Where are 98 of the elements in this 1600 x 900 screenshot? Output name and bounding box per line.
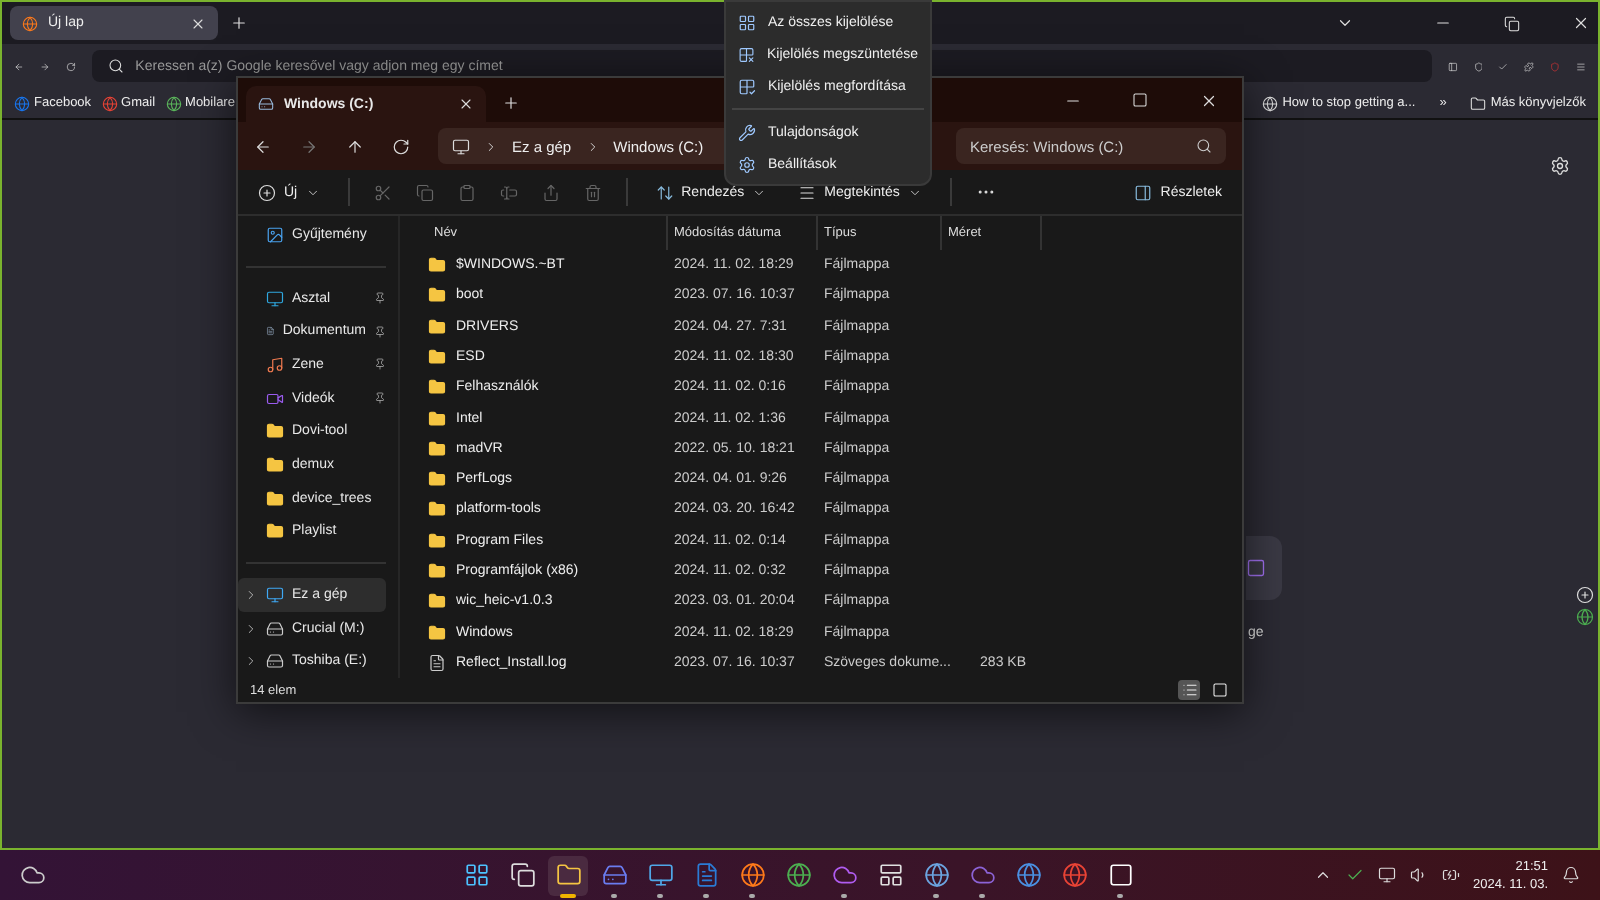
folder-icon: [428, 470, 446, 489]
search-icon: [1196, 138, 1212, 154]
folder-icon: [428, 317, 446, 336]
expand-icon[interactable]: [244, 654, 258, 669]
folder-icon: [555, 862, 581, 888]
maximize-icon: [1132, 92, 1148, 108]
share-icon[interactable]: [541, 183, 560, 201]
sphere-app-icon: [1015, 862, 1041, 888]
wrench-icon: [738, 123, 756, 141]
back-icon[interactable]: [254, 137, 272, 155]
folder-icon: [428, 500, 446, 519]
chevron-icon: [484, 139, 498, 153]
caret-icon: [305, 185, 320, 199]
up-icon[interactable]: [346, 137, 364, 155]
sidebar-icon[interactable]: [1447, 57, 1458, 75]
chevron-icon[interactable]: [1313, 866, 1332, 884]
close-icon: [1199, 91, 1217, 109]
music-icon: [266, 355, 284, 374]
deselect-icon: [738, 45, 755, 63]
chevron-icon: [585, 139, 600, 153]
drive-icon: [266, 619, 284, 638]
windows-logo-icon: [463, 862, 489, 888]
settings-icon: [1550, 156, 1570, 176]
tiles-view-button[interactable]: [1208, 680, 1230, 700]
folder-icon: [428, 409, 446, 428]
folder-icon: [428, 347, 446, 366]
new-tab-icon[interactable]: [502, 94, 520, 112]
folder-icon: [266, 422, 284, 441]
document-icon: [428, 653, 446, 672]
close-icon[interactable]: [458, 96, 474, 112]
folder-icon: [428, 256, 446, 275]
folder-icon: [428, 562, 446, 580]
folder-icon: [428, 378, 446, 397]
select-all-icon: [738, 13, 756, 31]
monitor-icon: [647, 862, 673, 888]
copy-icon[interactable]: [415, 183, 434, 201]
caret-icon: [752, 185, 767, 199]
globe-icon[interactable]: [1576, 608, 1594, 626]
weather-icon[interactable]: [20, 862, 46, 888]
gallery-icon: [266, 225, 284, 244]
computer-icon: [266, 585, 284, 604]
dark-app-icon: [1107, 862, 1133, 888]
extensions-icon[interactable]: [1524, 57, 1535, 75]
volume-icon[interactable]: [1409, 866, 1428, 884]
folder-icon: [428, 286, 446, 305]
refresh-icon[interactable]: [392, 137, 410, 155]
folder-icon: [1470, 95, 1487, 111]
expand-icon[interactable]: [244, 621, 258, 636]
video-icon: [266, 389, 284, 408]
drive-icon: [266, 652, 284, 671]
taskbar-app-button[interactable]: [548, 855, 588, 895]
task-view-icon: [509, 862, 535, 888]
folder-icon: [266, 489, 284, 508]
document-icon: [266, 322, 275, 341]
rename-icon[interactable]: [499, 183, 518, 201]
network-icon[interactable]: [1377, 866, 1396, 884]
sort-icon: [655, 183, 674, 201]
computer-icon: [452, 137, 470, 155]
expand-icon[interactable]: [244, 587, 258, 602]
folder-icon: [428, 531, 446, 550]
settings-icon: [738, 155, 756, 173]
caret-icon: [907, 185, 922, 199]
folder-icon: [266, 522, 284, 541]
site-icon: [165, 95, 182, 111]
forward-icon[interactable]: [300, 137, 318, 155]
list-icon: [1181, 682, 1197, 698]
square-icon: [1211, 682, 1227, 698]
folder-icon: [266, 455, 284, 474]
lines-icon: [798, 183, 817, 201]
battery-icon[interactable]: [1441, 866, 1460, 884]
folder-icon: [428, 592, 446, 611]
desktop-icon: [266, 289, 284, 307]
close-icon[interactable]: [190, 15, 206, 31]
restore-icon[interactable]: [1504, 15, 1520, 31]
menu-icon[interactable]: [1576, 57, 1587, 75]
settings-button[interactable]: [1546, 152, 1574, 180]
globe-icon: [1262, 95, 1279, 111]
plus-icon[interactable]: [1576, 586, 1594, 604]
shortcut-tile[interactable]: [1246, 536, 1282, 600]
bell-icon[interactable]: [1562, 866, 1580, 884]
tab-list-icon[interactable]: [1336, 14, 1354, 32]
invert-selection-icon: [738, 77, 756, 95]
drive-icon: [258, 96, 274, 112]
reload-icon[interactable]: [65, 57, 76, 75]
details-view-button[interactable]: [1178, 680, 1200, 700]
round-browser-icon: [785, 862, 811, 888]
plus-icon: [258, 183, 276, 201]
new-tab-icon[interactable]: [230, 14, 248, 32]
delete-icon[interactable]: [583, 183, 602, 201]
search-icon: [107, 58, 124, 74]
close-icon[interactable]: [1572, 14, 1590, 32]
check-icon[interactable]: [1345, 866, 1364, 884]
folder-icon: [428, 439, 446, 458]
app-icon: [1246, 558, 1266, 578]
folder-icon: [428, 623, 446, 642]
panel-icon: [1134, 183, 1153, 201]
cut-icon[interactable]: [373, 183, 392, 201]
paste-icon[interactable]: [457, 183, 476, 201]
